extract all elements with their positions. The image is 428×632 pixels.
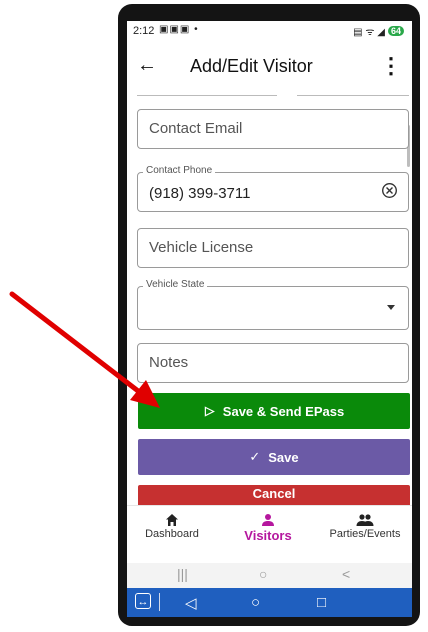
annotation-arrow-icon [9, 291, 160, 408]
